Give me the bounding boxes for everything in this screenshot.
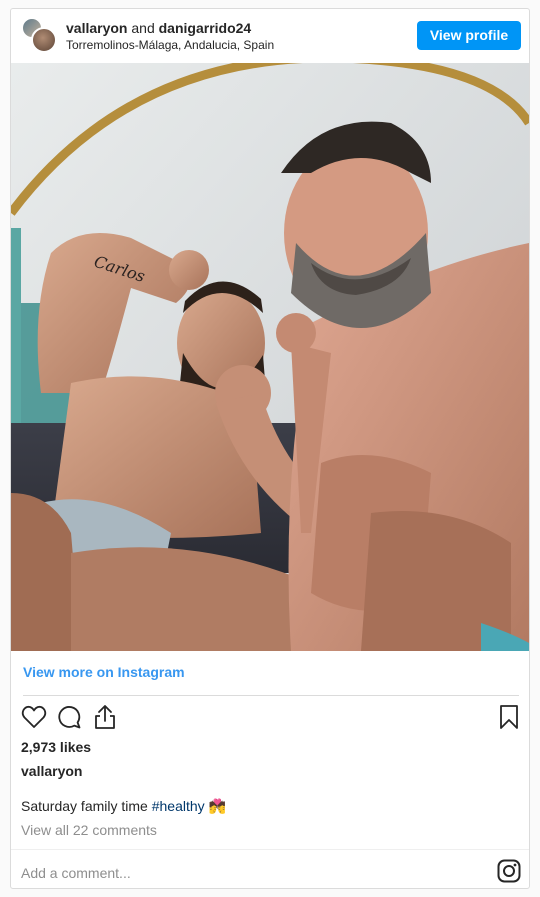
share-icon[interactable] (93, 704, 117, 730)
author-link[interactable]: danigarrido24 (159, 20, 252, 36)
avatar[interactable] (31, 27, 57, 53)
post-header: vallaryon and danigarrido24 Torremolinos… (11, 9, 529, 63)
instagram-embed-card: vallaryon and danigarrido24 Torremolinos… (10, 8, 530, 889)
caption-text: Saturday family time (21, 798, 152, 814)
caption-username[interactable]: vallaryon (21, 762, 82, 780)
divider (23, 695, 519, 696)
caption-emoji: 💏 (208, 798, 226, 814)
heart-icon[interactable] (21, 705, 47, 729)
like-count[interactable]: 2,973 likes (21, 738, 91, 756)
avatar-group[interactable] (21, 17, 57, 53)
post-location[interactable]: Torremolinos-Málaga, Andalucia, Spain (66, 38, 274, 52)
view-comments-link[interactable]: View all 22 comments (21, 821, 157, 839)
view-more-link[interactable]: View more on Instagram (23, 663, 185, 681)
divider (11, 849, 529, 850)
post-authors: vallaryon and danigarrido24 (66, 20, 251, 37)
hashtag-link[interactable]: #healthy (152, 798, 205, 814)
bookmark-icon[interactable] (499, 704, 519, 730)
author-link[interactable]: vallaryon (66, 20, 127, 36)
view-profile-button[interactable]: View profile (417, 21, 521, 50)
comment-icon[interactable] (57, 705, 81, 729)
instagram-icon[interactable] (497, 859, 521, 883)
post-caption: Saturday family time #healthy 💏 (21, 797, 226, 815)
add-comment-field[interactable]: Add a comment... (21, 864, 131, 882)
post-image[interactable]: Carlos (11, 63, 529, 651)
author-connector: and (131, 20, 155, 36)
